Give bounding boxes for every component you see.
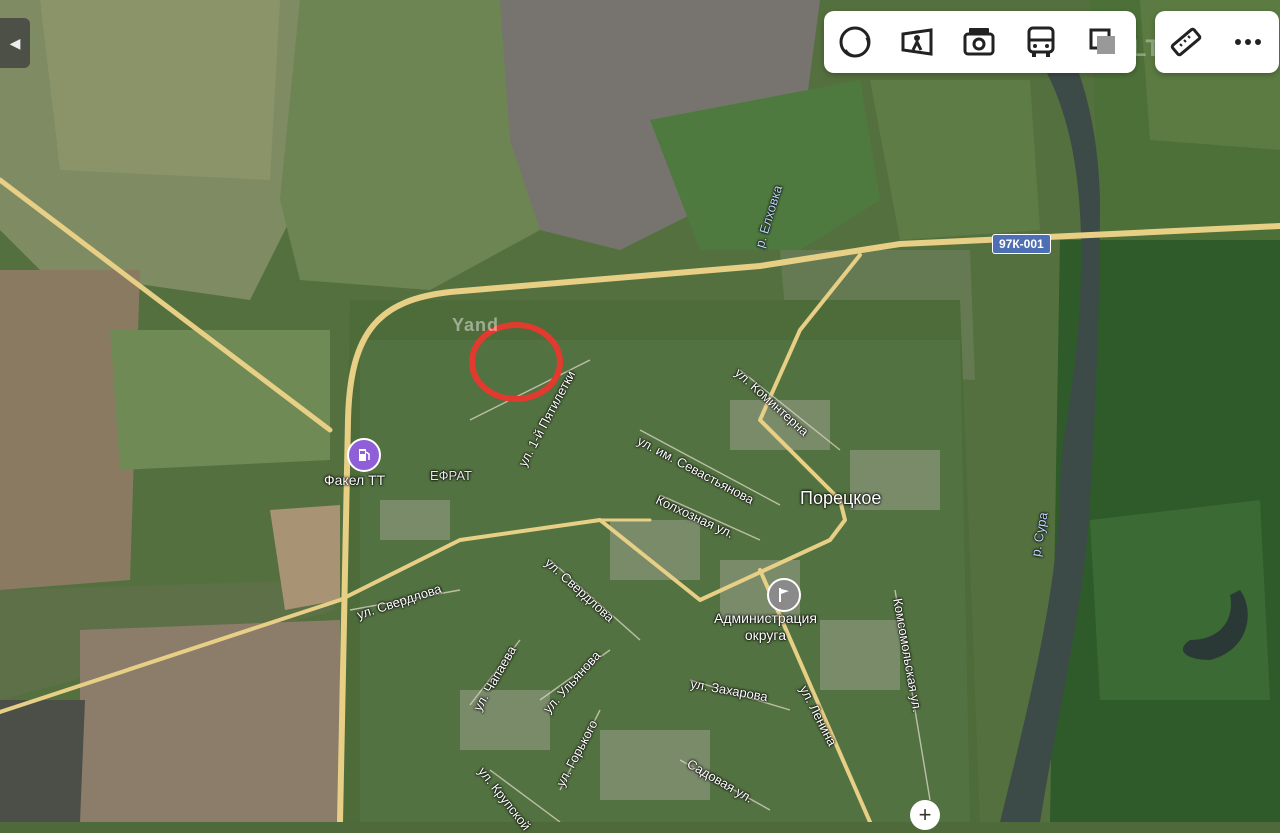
panorama-icon bbox=[901, 28, 933, 56]
ruler-button[interactable] bbox=[1155, 11, 1217, 73]
map-mode-icon bbox=[1089, 28, 1115, 54]
map-toolbar-main bbox=[824, 11, 1136, 73]
collapse-panel-button[interactable]: ◀ bbox=[0, 18, 30, 68]
map-mode-button[interactable] bbox=[1072, 11, 1134, 73]
ruler-icon bbox=[1170, 27, 1202, 57]
more-icon bbox=[1235, 39, 1261, 45]
settlement-label[interactable]: Порецкое bbox=[800, 488, 881, 509]
map-watermark: Yand bbox=[452, 315, 500, 335]
administration-label[interactable]: Администрация округа bbox=[714, 610, 817, 644]
district-label: ЕФРАТ bbox=[430, 468, 472, 483]
highway-shield: 97К-001 bbox=[992, 234, 1051, 254]
panorama-button[interactable] bbox=[886, 11, 948, 73]
photo-button[interactable] bbox=[948, 11, 1010, 73]
map-toolbar-extra bbox=[1155, 11, 1279, 73]
gas-station-icon[interactable] bbox=[347, 438, 381, 472]
gas-station-label[interactable]: Факел ТТ bbox=[324, 472, 385, 488]
more-button[interactable] bbox=[1217, 11, 1279, 73]
transit-button[interactable] bbox=[1010, 11, 1072, 73]
layers-button[interactable] bbox=[824, 11, 886, 73]
zoom-in-button[interactable]: + bbox=[910, 800, 940, 830]
satellite-map[interactable] bbox=[0, 0, 1280, 822]
photo-icon bbox=[963, 28, 995, 56]
layers-icon bbox=[839, 26, 871, 58]
administration-icon[interactable] bbox=[767, 578, 801, 612]
transit-icon bbox=[1027, 26, 1055, 57]
